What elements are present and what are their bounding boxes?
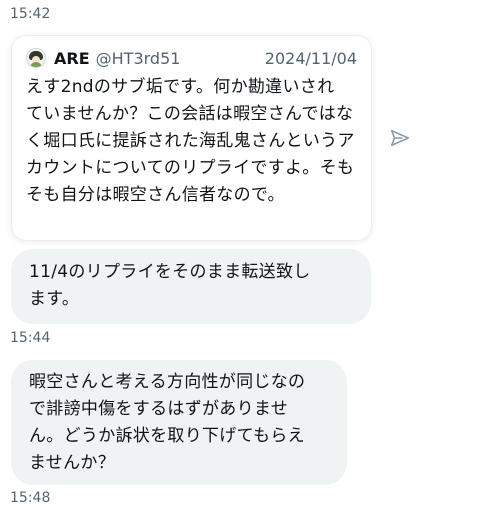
- quoted-post-header: ARE @HT3rd51 2024/11/04: [26, 46, 357, 70]
- message-line: で誹謗中傷をするはずがありませ: [29, 399, 288, 419]
- message-bubble[interactable]: 11/4のリプライをそのまま転送致し ます。: [11, 249, 371, 324]
- message-timestamp: 15:42: [10, 6, 51, 22]
- message-timestamp: 15:44: [10, 330, 51, 346]
- author-handle[interactable]: @HT3rd51: [96, 49, 181, 68]
- avatar-icon[interactable]: [26, 48, 46, 68]
- message-line: 暇空さんと考える方向性が同じなの: [29, 372, 306, 392]
- message-line: ます。: [29, 289, 80, 309]
- message-line: 11/4のリプライをそのまま転送致し: [29, 262, 311, 282]
- send-arrow-icon[interactable]: [389, 127, 411, 149]
- quoted-post-line: く堀口氏に提訴された海乱鬼さんというア: [26, 131, 355, 151]
- quoted-post-text: えす2ndのサブ垢です。何か勘違いされ ていませんか？この会話は暇空さんではな …: [26, 74, 357, 209]
- quoted-post-line: ていませんか？この会話は暇空さんではな: [26, 104, 354, 124]
- author-name[interactable]: ARE: [54, 49, 90, 68]
- message-line: ん。どうか訴状を取り下げてもらえ: [29, 426, 305, 446]
- quoted-post-line: えす2ndのサブ垢です。何か勘違いされ: [26, 77, 335, 97]
- quoted-post-line: そも自分は暇空さん信者なので。: [26, 185, 285, 205]
- quoted-post-card[interactable]: ARE @HT3rd51 2024/11/04 えす2ndのサブ垢です。何か勘違…: [12, 36, 371, 240]
- post-date: 2024/11/04: [264, 48, 357, 68]
- dm-conversation: 15:42 ARE @HT3rd51 2024/11/04 えす2ndのサブ垢で…: [0, 0, 500, 514]
- message-bubble[interactable]: 暇空さんと考える方向性が同じなの で誹謗中傷をするはずがありませ ん。どうか訴状…: [11, 360, 347, 485]
- message-line: ませんか？: [29, 453, 115, 473]
- quoted-post-line: カウントについてのリプライですよ。そも: [26, 158, 355, 178]
- message-timestamp: 15:48: [10, 490, 51, 506]
